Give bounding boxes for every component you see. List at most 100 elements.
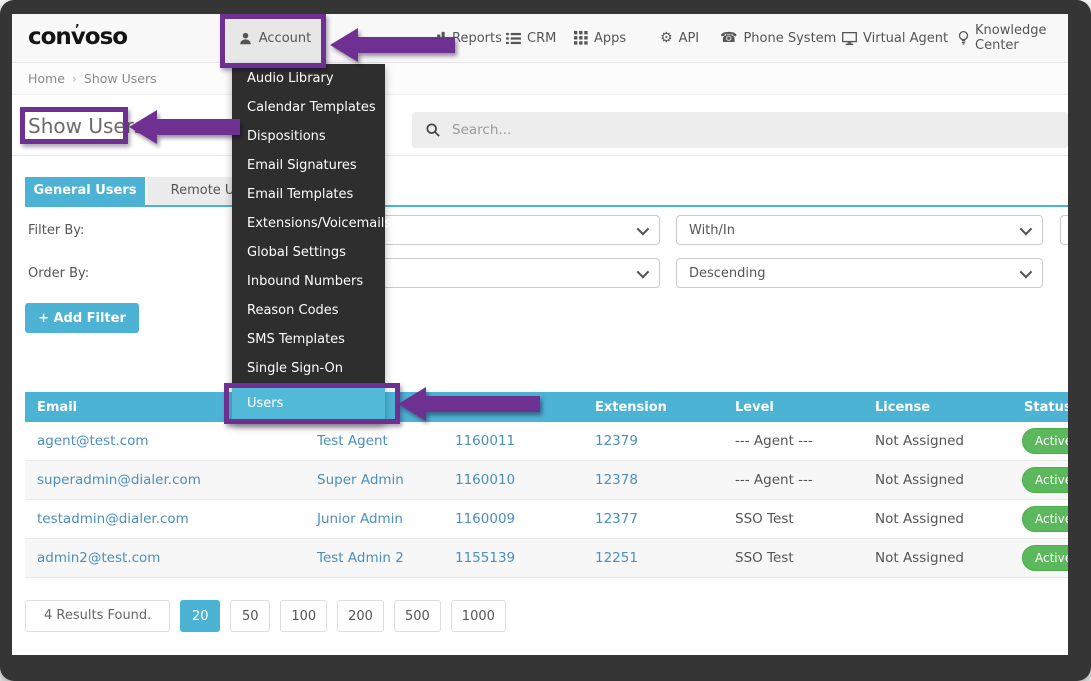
logo-tick-mark: ’ [75,22,79,36]
user-email-link[interactable]: agent@test.com [37,433,149,449]
page-size-500[interactable]: 500 [394,600,441,632]
breadcrumb-separator: › [72,71,77,86]
user-extension-link[interactable]: 12379 [595,433,638,449]
screenshot-stage: convoso ’ Account Reports CRM Apps ⚙ [0,0,1091,681]
user-license-cell: Not Assigned [863,539,1012,578]
page-size-20[interactable]: 20 [180,600,220,632]
monitor-icon [842,32,857,45]
lightbulb-icon [958,31,969,45]
order-by-label: Order By: [28,266,89,281]
table-row: testadmin@dialer.com Junior Admin 116000… [25,500,1068,539]
breadcrumb-home-link[interactable]: Home [28,71,65,86]
user-level-cell: --- Agent --- [723,461,863,500]
user-email-link[interactable]: testadmin@dialer.com [37,511,189,527]
menu-item-audio-library[interactable]: Audio Library [232,64,385,93]
users-table: Email User ID Extension Level License St… [25,392,1068,579]
menu-item-single-sign-on[interactable]: Single Sign-On [232,354,385,383]
grid-icon [574,31,588,45]
add-filter-button[interactable]: + Add Filter [25,303,139,333]
nav-label: Virtual Agent [863,31,948,46]
breadcrumb: Home › Show Users [12,63,1068,95]
annotation-arrow-account [330,25,455,65]
chevron-down-icon [637,223,650,236]
user-extension-link[interactable]: 12377 [595,511,638,527]
tab-general-users[interactable]: General Users [25,177,145,205]
convoso-logo[interactable]: convoso ’ [28,24,127,50]
user-id-link[interactable]: 1160009 [455,511,515,527]
menu-item-extensions-voicemails[interactable]: Extensions/Voicemails [232,209,385,238]
user-name-link[interactable]: Super Admin [317,472,404,488]
filter-condition-value: With/In [689,223,735,238]
user-email-link[interactable]: superadmin@dialer.com [37,472,201,488]
nav-item-crm[interactable]: CRM [506,14,556,62]
user-license-cell: Not Assigned [863,461,1012,500]
user-level-cell: SSO Test [723,539,863,578]
order-direction-select[interactable]: Descending [676,258,1043,288]
nav-item-apps[interactable]: Apps [574,14,626,62]
search-bar [412,112,1068,148]
table-header-row: Email User ID Extension Level License St… [25,392,1068,422]
user-license-cell: Not Assigned [863,500,1012,539]
order-direction-value: Descending [689,266,766,281]
nav-label: Phone System [743,31,836,46]
menu-item-dispositions[interactable]: Dispositions [232,122,385,151]
nav-label: Apps [594,31,626,46]
nav-item-api[interactable]: ⚙ API [660,14,699,62]
filter-condition-select[interactable]: With/In [676,215,1043,245]
user-name-link[interactable]: Test Agent [317,433,388,449]
nav-item-knowledge-center[interactable]: Knowledge Center [958,14,1068,62]
chevron-down-icon [637,266,650,279]
nav-item-virtual-agent[interactable]: Virtual Agent [842,14,948,62]
user-license-cell: Not Assigned [863,422,1012,461]
page-size-200[interactable]: 200 [337,600,384,632]
search-icon [426,123,440,137]
nav-label: API [679,31,700,46]
pagination-bar: 4 Results Found. 20 50 100 200 500 1000 [25,600,506,632]
user-name-link[interactable]: Junior Admin [317,511,403,527]
results-count: 4 Results Found. [25,600,170,632]
table-row: agent@test.com Test Agent 1160011 12379 … [25,422,1068,461]
menu-item-calendar-templates[interactable]: Calendar Templates [232,93,385,122]
column-header-extension[interactable]: Extension [583,392,723,422]
filter-value-select[interactable] [1060,215,1068,245]
user-extension-link[interactable]: 12378 [595,472,638,488]
nav-item-phone-system[interactable]: ☎ Phone System [720,14,836,62]
nav-label: CRM [527,31,556,46]
status-badge[interactable]: Active [1022,467,1068,493]
breadcrumb-current: Show Users [84,71,157,86]
menu-item-inbound-numbers[interactable]: Inbound Numbers [232,267,385,296]
user-email-link[interactable]: admin2@test.com [37,550,160,566]
phone-icon: ☎ [720,31,737,45]
page-size-100[interactable]: 100 [280,600,327,632]
user-level-cell: --- Agent --- [723,422,863,461]
menu-item-email-templates[interactable]: Email Templates [232,180,385,209]
annotation-box-users-menu-item [224,383,400,424]
tabs-underline [25,205,1068,207]
annotation-arrow-users-menu-item [398,384,540,424]
chevron-down-icon [1020,266,1033,279]
page-size-1000[interactable]: 1000 [451,600,506,632]
app-screen: convoso ’ Account Reports CRM Apps ⚙ [12,14,1068,655]
table-row: superadmin@dialer.com Super Admin 116001… [25,461,1068,500]
user-name-link[interactable]: Test Admin 2 [317,550,404,566]
user-id-link[interactable]: 1155139 [455,550,515,566]
status-badge[interactable]: Active [1022,545,1068,571]
column-header-level[interactable]: Level [723,392,863,422]
column-header-license[interactable]: License [863,392,1012,422]
menu-item-sms-templates[interactable]: SMS Templates [232,325,385,354]
status-badge[interactable]: Active [1022,506,1068,532]
user-id-link[interactable]: 1160011 [455,433,515,449]
status-badge[interactable]: Active [1022,428,1068,454]
list-icon [506,32,521,45]
user-id-link[interactable]: 1160010 [455,472,515,488]
column-header-status[interactable]: Status [1012,392,1068,422]
nav-label: Reports [452,31,502,46]
user-extension-link[interactable]: 12251 [595,550,638,566]
search-input[interactable] [450,121,854,139]
menu-item-email-signatures[interactable]: Email Signatures [232,151,385,180]
menu-item-reason-codes[interactable]: Reason Codes [232,296,385,325]
top-navbar: convoso ’ Account Reports CRM Apps ⚙ [12,14,1068,63]
menu-item-global-settings[interactable]: Global Settings [232,238,385,267]
page-size-50[interactable]: 50 [230,600,270,632]
chevron-down-icon [1020,223,1033,236]
